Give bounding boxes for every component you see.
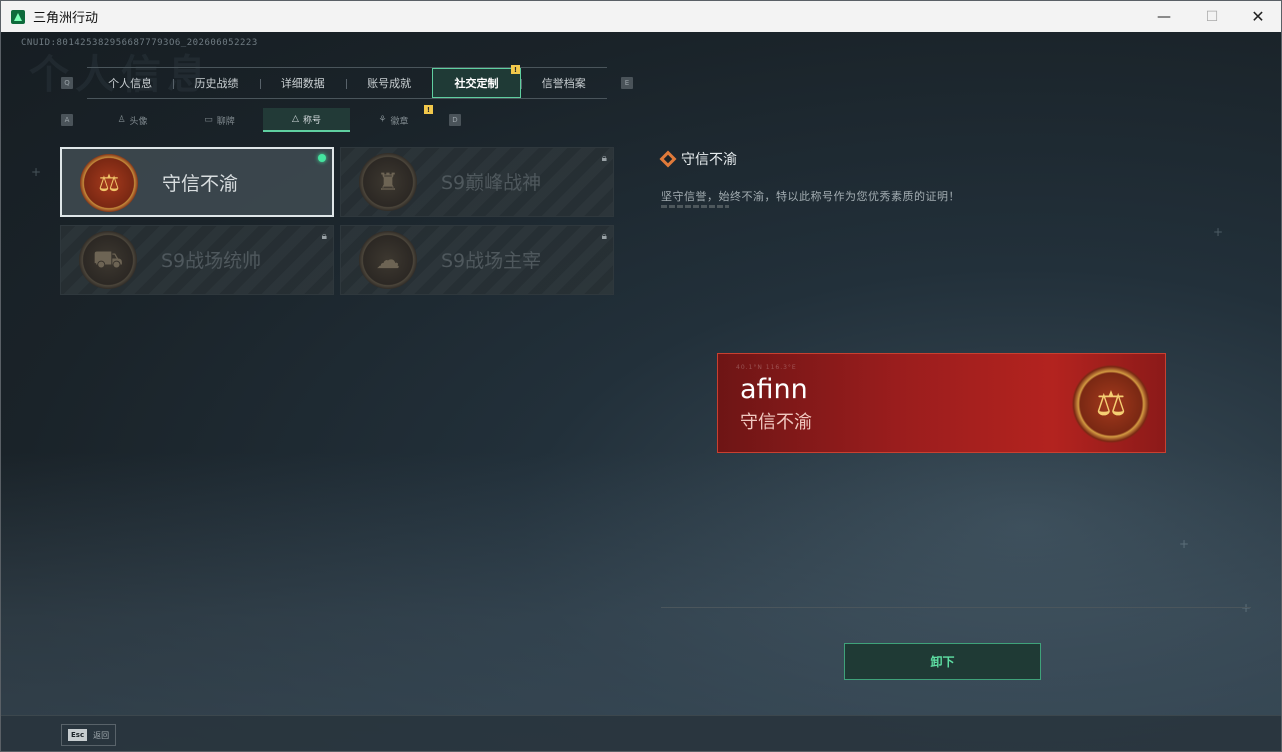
title-card-name: 守信不渝	[162, 173, 239, 195]
tab-history[interactable]: 历史战绩	[173, 68, 259, 98]
maximize-button[interactable]: ☐	[1189, 1, 1235, 32]
title-card[interactable]: ⛟ S9战场统帅 🔒︎	[60, 225, 334, 295]
banner-username: afinn	[740, 374, 808, 405]
subtab-avatar-label: 头像	[129, 116, 148, 127]
explosion-medal-icon: ☁	[359, 231, 417, 289]
subtab-avatar[interactable]: ♙ 头像	[89, 108, 176, 132]
banner-deco-text: 40.1°N 116.3°E	[736, 364, 797, 371]
app-logo-icon	[11, 9, 25, 24]
app-window: 三角洲行动 — ☐ ✕ 个人信息 CNUID:80142538295668777…	[0, 0, 1282, 752]
scales-medal-icon: ⚖	[1069, 362, 1153, 446]
title-card[interactable]: ⚖ 守信不渝	[60, 147, 334, 217]
esc-key-icon: Esc	[68, 729, 88, 741]
tab-next-key[interactable]: E	[621, 77, 633, 89]
crosshair-deco: +	[1213, 225, 1224, 239]
equipped-indicator	[318, 154, 326, 162]
main-tabs: 个人信息 历史战绩 详细数据 账号成就 社交定制 信誉档案	[87, 67, 607, 99]
title-bar: 三角洲行动 — ☐ ✕	[1, 1, 1281, 32]
castle-medal-icon: ♜	[359, 153, 417, 211]
window-title: 三角洲行动	[33, 11, 99, 26]
emblem-icon: ⚘	[378, 115, 387, 125]
subtab-prev-key[interactable]: A	[61, 114, 73, 126]
minimize-button[interactable]: —	[1141, 1, 1187, 32]
unequip-button[interactable]: 卸下	[844, 643, 1041, 680]
title-card-name: S9巅峰战神	[441, 172, 542, 194]
cnuid-label: CNUID:8014253829566877793O6_202606052223	[21, 38, 258, 48]
back-label: 返回	[93, 730, 110, 740]
tab-achievements[interactable]: 账号成就	[345, 68, 432, 98]
bottom-bar: Esc 返回	[1, 715, 1281, 751]
subtab-emblem-label: 徽章	[390, 116, 409, 127]
crosshair-deco: +	[1179, 537, 1190, 551]
title-card-name: S9战场统帅	[161, 250, 262, 272]
banner-title: 守信不渝	[740, 412, 812, 433]
fog-background	[1, 452, 1281, 751]
title-card[interactable]: ☁ S9战场主宰 🔒︎	[340, 225, 614, 295]
subtab-title[interactable]: △ 称号	[263, 108, 350, 132]
lock-icon: 🔒︎	[321, 231, 327, 242]
tab-credit-record[interactable]: 信誉档案	[520, 68, 607, 98]
tab-alert-badge: !	[511, 65, 520, 74]
person-icon: ♙	[117, 115, 126, 125]
game-area: 个人信息 CNUID:8014253829566877793O6_2026060…	[1, 32, 1281, 751]
tab-social-custom[interactable]: 社交定制	[432, 68, 521, 98]
tank-medal-icon: ⛟	[79, 231, 137, 289]
back-button[interactable]: Esc 返回	[61, 724, 116, 746]
tab-personal-info[interactable]: 个人信息	[87, 68, 173, 98]
subtab-card-label: 聊牌	[216, 116, 235, 127]
subtab-card[interactable]: ▭ 聊牌	[176, 108, 263, 132]
sub-tabs: ♙ 头像 ▭ 聊牌 △ 称号 ⚘ 徽章	[89, 108, 437, 132]
tab-prev-key[interactable]: Q	[61, 77, 73, 89]
lock-icon: 🔒︎	[601, 153, 607, 164]
detail-deco-bars	[661, 205, 729, 208]
title-banner-preview: 40.1°N 116.3°E afinn 守信不渝 ⚖	[717, 353, 1166, 453]
detail-title: 守信不渝	[681, 152, 737, 168]
title-card[interactable]: ♜ S9巅峰战神 🔒︎	[340, 147, 614, 217]
divider	[661, 607, 1251, 608]
triangle-icon: △	[292, 114, 299, 124]
title-card-name: S9战场主宰	[441, 250, 542, 272]
crosshair-deco: +	[1241, 601, 1252, 615]
detail-description: 坚守信誉，始终不渝，特以此称号作为您优秀素质的证明！	[661, 190, 960, 203]
scales-medal-icon: ⚖	[80, 154, 138, 212]
card-icon: ▭	[204, 115, 213, 125]
subtab-next-key[interactable]: D	[449, 114, 461, 126]
lock-icon: 🔒︎	[601, 231, 607, 242]
close-button[interactable]: ✕	[1235, 1, 1281, 32]
subtab-title-label: 称号	[302, 115, 321, 126]
title-diamond-icon	[659, 150, 677, 168]
tab-details[interactable]: 详细数据	[259, 68, 346, 98]
subtab-alert-badge: !	[424, 105, 433, 114]
crosshair-deco: +	[31, 165, 42, 179]
